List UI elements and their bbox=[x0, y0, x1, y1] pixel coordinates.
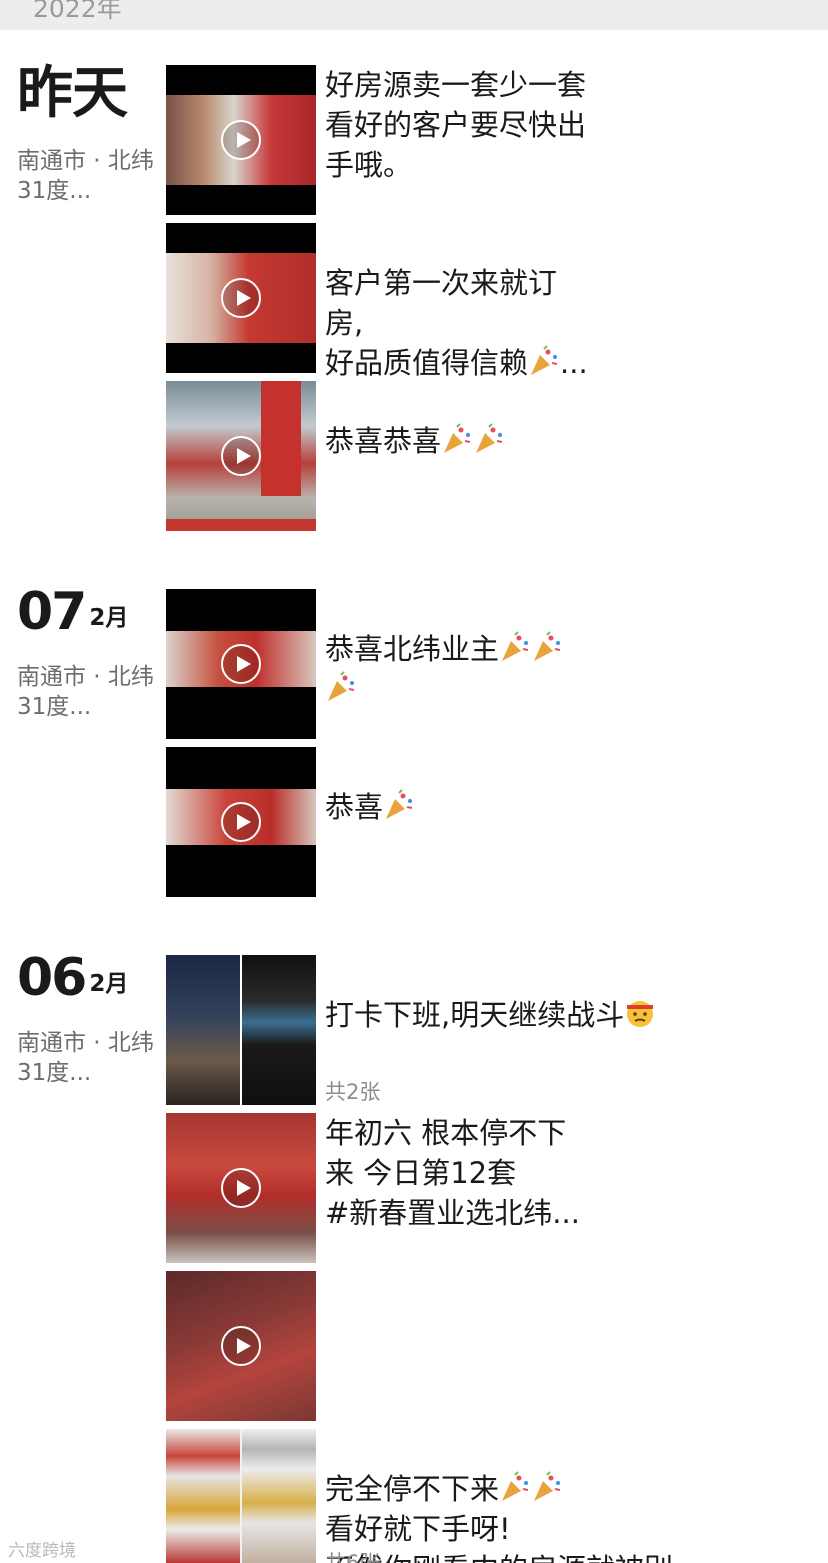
location-label[interactable]: 南通市 · 北纬31度... bbox=[17, 1028, 157, 1088]
play-icon[interactable] bbox=[221, 278, 261, 318]
party-popper-icon bbox=[502, 631, 529, 661]
party-popper-icon bbox=[476, 423, 503, 453]
post-text[interactable]: 完全停不下来看好就下手呀! 不然你刚看中的房源就被别... bbox=[325, 1429, 765, 1563]
video-thumbnail[interactable] bbox=[166, 1113, 316, 1263]
party-popper-icon bbox=[531, 345, 558, 375]
post-text[interactable]: 好房源卖一套少一套 看好的客户要尽快出 手哦。 bbox=[325, 65, 765, 185]
post-text[interactable]: 恭喜恭喜 bbox=[325, 381, 765, 461]
video-thumbnail[interactable] bbox=[166, 65, 316, 215]
watermark-logo: 六度跨境 bbox=[8, 1541, 76, 1561]
photo-count: 共2张 bbox=[325, 1080, 381, 1104]
year-label: 2022年 bbox=[33, 0, 122, 23]
video-thumbnail[interactable] bbox=[166, 1271, 316, 1421]
photo-grid[interactable] bbox=[166, 955, 316, 1105]
post-text[interactable]: 打卡下班,明天继续战斗 bbox=[325, 955, 765, 1035]
video-thumbnail[interactable] bbox=[166, 223, 316, 373]
post-text[interactable]: 年初六 根本停不下 来 今日第12套 #新春置业选北纬... bbox=[325, 1113, 765, 1233]
photo-count: 共6张 bbox=[325, 1551, 381, 1563]
play-icon[interactable] bbox=[221, 436, 261, 476]
location-label[interactable]: 南通市 · 北纬31度... bbox=[17, 662, 157, 722]
party-popper-icon bbox=[386, 789, 413, 819]
post-text[interactable]: 客户第一次来就订 房, 好品质值得信赖... bbox=[325, 223, 765, 383]
party-popper-icon bbox=[328, 671, 355, 701]
day-label-07: 07 2月 bbox=[17, 582, 129, 642]
play-icon[interactable] bbox=[221, 1168, 261, 1208]
video-thumbnail[interactable] bbox=[166, 747, 316, 897]
party-popper-icon bbox=[534, 1471, 561, 1501]
day-label-yesterday: 昨天 bbox=[17, 61, 128, 126]
day-label-06: 06 2月 bbox=[17, 948, 129, 1008]
party-popper-icon bbox=[444, 423, 471, 453]
location-label[interactable]: 南通市 · 北纬31度... bbox=[17, 146, 157, 206]
play-icon[interactable] bbox=[221, 1326, 261, 1366]
year-header: 2022年 bbox=[0, 0, 828, 30]
photo-thumbnail[interactable] bbox=[242, 955, 316, 1105]
post-text[interactable]: 恭喜 bbox=[325, 747, 765, 827]
post-text[interactable]: 恭喜北纬业主 bbox=[325, 589, 765, 709]
photo-thumbnail[interactable] bbox=[166, 955, 240, 1105]
party-popper-icon bbox=[502, 1471, 529, 1501]
photo-grid[interactable] bbox=[166, 1429, 316, 1563]
play-icon[interactable] bbox=[221, 644, 261, 684]
play-icon[interactable] bbox=[221, 120, 261, 160]
party-popper-icon bbox=[534, 631, 561, 661]
photo-thumbnail[interactable] bbox=[166, 1429, 240, 1563]
determined-face-icon bbox=[627, 1001, 654, 1027]
play-icon[interactable] bbox=[221, 802, 261, 842]
video-thumbnail[interactable] bbox=[166, 381, 316, 531]
photo-thumbnail[interactable] bbox=[242, 1429, 316, 1563]
video-thumbnail[interactable] bbox=[166, 589, 316, 739]
